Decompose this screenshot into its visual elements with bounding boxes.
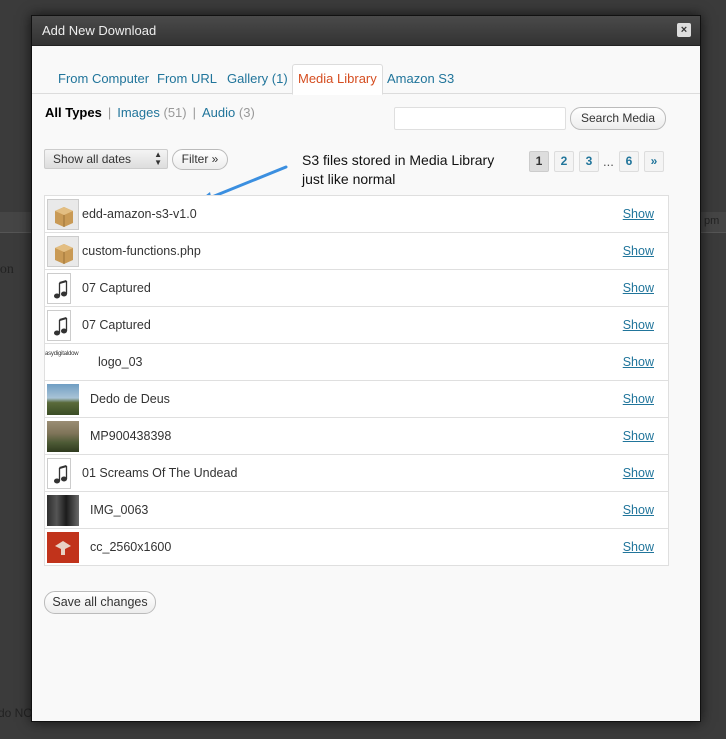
backdrop-text-fragment: ion xyxy=(0,262,14,277)
annotation-line-2: just like normal xyxy=(302,171,396,187)
media-row: MP900438398 Show xyxy=(45,418,668,455)
show-link[interactable]: Show xyxy=(623,244,654,258)
media-source-tabs: From Computer From URL Gallery (1) Media… xyxy=(32,46,700,95)
media-row: 01 Screams Of The Undead Show xyxy=(45,455,668,492)
media-title: MP900438398 xyxy=(90,429,172,443)
tab-media-library[interactable]: Media Library xyxy=(292,64,383,95)
show-link[interactable]: Show xyxy=(623,392,654,406)
media-title: edd-amazon-s3-v1.0 xyxy=(82,207,197,221)
type-filter-links: All Types | Images (51) | Audio (3) xyxy=(45,105,255,120)
media-title: 07 Captured xyxy=(82,318,151,332)
media-items-list: edd-amazon-s3-v1.0 Show custom-functions… xyxy=(44,195,669,566)
filter-separator: | xyxy=(107,105,112,120)
package-icon xyxy=(47,236,79,267)
media-row: 07 Captured Show xyxy=(45,307,668,344)
audio-file-icon xyxy=(47,310,71,341)
show-link[interactable]: Show xyxy=(623,466,654,480)
media-row: asydigitaldow logo_03 Show xyxy=(45,344,668,381)
tab-from-computer[interactable]: From Computer xyxy=(53,66,154,94)
red-graphic-thumbnail xyxy=(47,532,79,563)
show-link[interactable]: Show xyxy=(623,429,654,443)
media-row: IMG_0063 Show xyxy=(45,492,668,529)
search-input[interactable] xyxy=(394,107,566,130)
page-link-2[interactable]: 2 xyxy=(554,151,574,172)
landscape-thumbnail xyxy=(47,421,79,452)
show-link[interactable]: Show xyxy=(623,540,654,554)
filter-button[interactable]: Filter » xyxy=(172,149,228,170)
media-title: logo_03 xyxy=(98,355,143,369)
date-filter-select[interactable]: Show all dates ▲ ▼ xyxy=(44,149,168,169)
filter-all-types[interactable]: All Types xyxy=(45,105,102,120)
media-library-panel: All Types | Images (51) | Audio (3) Search M… xyxy=(32,95,700,721)
media-row: custom-functions.php Show xyxy=(45,233,668,270)
media-row: edd-amazon-s3-v1.0 Show xyxy=(45,196,668,233)
tab-amazon-s3[interactable]: Amazon S3 xyxy=(382,66,459,94)
media-row: cc_2560x1600 Show xyxy=(45,529,668,566)
audio-count: (3) xyxy=(238,105,255,120)
annotation-line-1: S3 files stored in Media Library xyxy=(302,152,495,168)
page-link-3[interactable]: 3 xyxy=(579,151,599,172)
show-link[interactable]: Show xyxy=(623,503,654,517)
media-title: 01 Screams Of The Undead xyxy=(82,466,238,480)
next-page-link[interactable]: » xyxy=(644,151,664,172)
media-row: 07 Captured Show xyxy=(45,270,668,307)
page-link-1[interactable]: 1 xyxy=(529,151,549,172)
show-link[interactable]: Show xyxy=(623,281,654,295)
date-filter-value: Show all dates xyxy=(53,152,132,166)
studio-photo-thumbnail xyxy=(47,495,79,526)
tab-from-url[interactable]: From URL xyxy=(152,66,222,94)
images-count: (51) xyxy=(163,105,187,120)
mountain-thumbnail xyxy=(47,384,79,415)
close-icon[interactable]: × xyxy=(677,23,691,37)
audio-file-icon xyxy=(47,273,71,304)
add-new-download-dialog: Add New Download × From Computer From UR… xyxy=(31,15,701,722)
dialog-title: Add New Download xyxy=(42,23,157,38)
media-row: Dedo de Deus Show xyxy=(45,381,668,418)
media-title: Dedo de Deus xyxy=(90,392,170,406)
show-link[interactable]: Show xyxy=(623,318,654,332)
filter-audio[interactable]: Audio xyxy=(202,105,235,120)
tab-gallery[interactable]: Gallery (1) xyxy=(222,66,293,94)
backdrop-text-fragment: do NO xyxy=(0,706,33,720)
show-link[interactable]: Show xyxy=(623,207,654,221)
filter-separator: | xyxy=(192,105,197,120)
save-all-changes-button[interactable]: Save all changes xyxy=(44,591,156,614)
media-title: cc_2560x1600 xyxy=(90,540,172,554)
show-link[interactable]: Show xyxy=(623,355,654,369)
dialog-titlebar: Add New Download × xyxy=(32,16,700,46)
search-media-button[interactable]: Search Media xyxy=(570,107,666,130)
page-ellipsis: ... xyxy=(603,154,614,169)
media-title: 07 Captured xyxy=(82,281,151,295)
package-icon xyxy=(47,199,79,230)
media-title: IMG_0063 xyxy=(90,503,149,517)
filter-images[interactable]: Images xyxy=(117,105,160,120)
backdrop-text-fragment: pm xyxy=(704,215,720,227)
audio-file-icon xyxy=(47,458,71,489)
annotation-callout: S3 files stored in Media Library just li… xyxy=(302,151,532,189)
logo-thumbnail: asydigitaldow xyxy=(45,347,91,378)
page-link-6[interactable]: 6 xyxy=(619,151,639,172)
select-arrows-icon: ▲ ▼ xyxy=(154,150,162,167)
media-title: custom-functions.php xyxy=(82,244,201,258)
